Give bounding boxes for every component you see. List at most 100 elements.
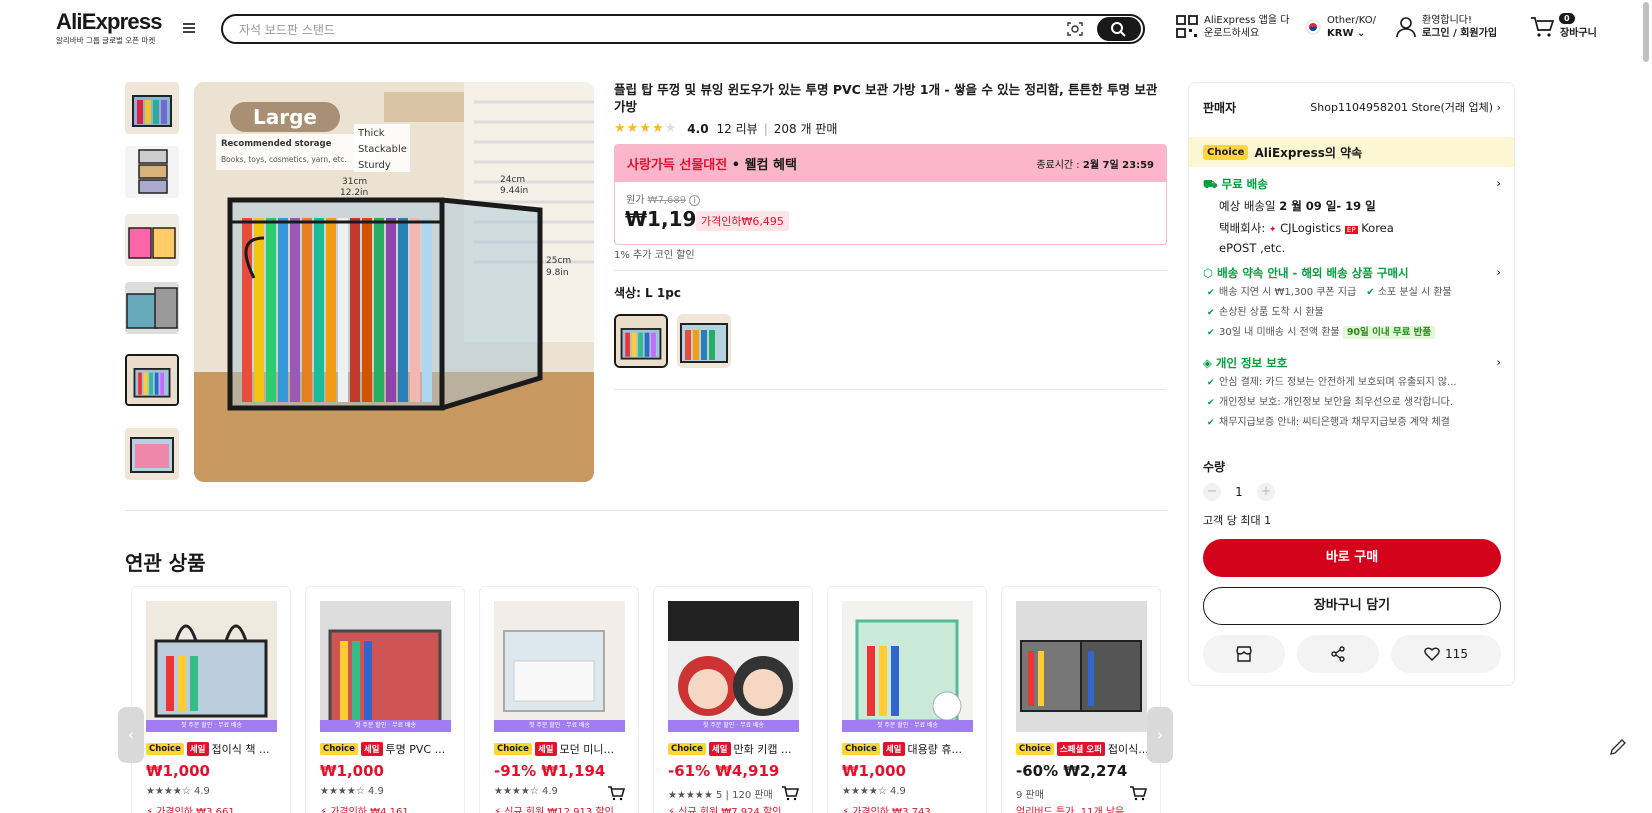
chevron-right-icon: › — [1496, 265, 1501, 279]
related-product-card[interactable]: 첫 주문 할인 · 무료 배송 Choice 세일 모던 미니... -91% ₩1… — [479, 586, 639, 813]
thumbnail-5-selected[interactable] — [125, 354, 179, 406]
cart-label: 장바구니 — [1560, 28, 1597, 39]
logo-text: AliExpress — [56, 9, 163, 34]
sku-option-1-selected[interactable] — [614, 314, 668, 368]
thumbnail-2[interactable] — [125, 146, 179, 198]
app-line-2: 운로드하세요 — [1204, 28, 1260, 39]
review-count[interactable]: 12 리뷰 — [717, 120, 758, 137]
store-button[interactable] — [1203, 635, 1285, 673]
aliexpress-logo[interactable]: AliExpress 알리바바 그룹 글로벌 오픈 마켓 — [56, 9, 163, 46]
quantity-decrease-button[interactable]: − — [1203, 483, 1221, 501]
chevron-right-icon: › — [1496, 176, 1501, 190]
logo-subtitle: 알리바바 그룹 글로벌 오픈 마켓 — [56, 36, 156, 45]
thumbnail-1[interactable] — [125, 82, 179, 134]
app-line-1: AliExpress 앱을 다 — [1204, 15, 1290, 26]
user-icon — [1396, 17, 1416, 38]
wishlist-button[interactable]: 115 — [1391, 635, 1501, 673]
heart-icon — [1424, 647, 1440, 661]
related-product-name: Choice 세일 대용량 휴... — [842, 741, 982, 757]
related-product-card[interactable]: Choice 스페셜 오퍼 접이식... -60% ₩2,274 9 판매 얼리버드… — [1001, 586, 1161, 813]
purchase-panel: 판매자 Shop1104958201 Store(거래 업체) › Choice… — [1188, 82, 1515, 686]
privacy-item: 개인정보 보호: 개인정보 보안을 최우선으로 생각합니다. — [1203, 393, 1501, 413]
image-search-icon[interactable] — [1067, 21, 1083, 37]
cart-count-badge: 0 — [1559, 13, 1575, 24]
image-dim-width-cm: 31cm — [342, 177, 367, 187]
image-storage-items: Books, toys, cosmetics, yarn, etc. — [221, 155, 347, 164]
carousel-prev-button[interactable]: ‹ — [118, 707, 144, 763]
related-product-price: ₩1,000 — [842, 762, 906, 780]
divider — [125, 510, 1167, 511]
chevron-right-icon: › — [1496, 101, 1501, 114]
main-product-image[interactable]: Large Recommended storage Books, toys, c… — [194, 82, 594, 482]
thumbnail-4[interactable] — [125, 282, 179, 334]
seller-row[interactable]: 판매자 Shop1104958201 Store(거래 업체) › — [1203, 99, 1501, 116]
color-label: 색상: L 1pc — [614, 286, 681, 300]
sku-option-2[interactable] — [677, 314, 731, 368]
carousel-next-button[interactable]: › — [1147, 707, 1173, 763]
image-feature-1: Thick — [357, 128, 385, 139]
korea-flag-icon — [1305, 19, 1321, 35]
quantity-limit: 고객 당 최대 1 — [1203, 514, 1272, 527]
related-product-image: 첫 주문 할인 · 무료 배송 — [842, 601, 973, 732]
scrollbar-thumb[interactable] — [1643, 2, 1649, 62]
promo-strip: 첫 주문 할인 · 무료 배송 — [668, 720, 799, 732]
quantity-value[interactable]: 1 — [1221, 485, 1257, 499]
add-to-cart-icon[interactable] — [1122, 777, 1154, 809]
related-product-name: Choice 세일 모던 미니... — [494, 741, 634, 757]
star-empty-icon: ★ — [664, 121, 677, 136]
currency-label: KRW ⌄ — [1327, 28, 1366, 39]
related-product-promo: ⚡ 가격인하 ₩3,743 — [842, 807, 931, 813]
discount-tag: 가격인하₩6,495 — [696, 211, 789, 231]
locale-selector[interactable]: Other/KO/KRW ⌄ — [1305, 14, 1376, 40]
related-product-rating: ★★★★☆ 4.9 — [320, 786, 384, 797]
share-button[interactable] — [1297, 635, 1379, 673]
quantity-increase-button[interactable]: + — [1257, 483, 1275, 501]
related-product-card[interactable]: 첫 주문 할인 · 무료 배송 Choice 세일 대용량 휴... ₩1,000 … — [827, 586, 987, 813]
related-product-card[interactable]: 첫 주문 할인 · 무료 배송 Choice 세일 접이식 책 ... ₩1,000… — [131, 586, 291, 813]
thumbnail-3[interactable] — [125, 214, 179, 266]
quantity-label: 수량 — [1203, 460, 1226, 474]
chevron-right-icon: › — [1496, 355, 1501, 369]
lock-shield-icon: ◈ — [1203, 356, 1212, 370]
buy-now-button[interactable]: 바로 구매 — [1203, 539, 1501, 577]
related-product-rating: ★★★★☆ 4.9 — [146, 786, 210, 797]
star-icon: ★ — [651, 121, 664, 136]
account-menu[interactable]: 환영합니다! 로그인 / 회원가입 — [1396, 14, 1497, 40]
rating-value: 4.0 — [687, 121, 709, 136]
star-icon: ★ — [626, 121, 639, 136]
info-icon: i — [689, 195, 701, 206]
related-product-image: 첫 주문 할인 · 무료 배송 — [668, 601, 799, 732]
privacy-section[interactable]: ◈ 개인 정보 보호› 안심 결제: 카드 정보는 안전하게 보호되며 유출되지… — [1203, 355, 1501, 433]
related-product-card[interactable]: 첫 주문 할인 · 무료 배송 Choice 세일 만화 키캡 ... -61% ₩… — [653, 586, 813, 813]
shipping-section[interactable]: ⛟ 무료 배송 › 예상 배송일 2 월 09 일- 19 일 택배회사: ✦ C… — [1203, 176, 1501, 257]
app-download[interactable]: AliExpress 앱을 다운로드하세요 — [1176, 14, 1289, 40]
promo-title: 사랑가득 선물대전 • 웰컴 혜택 — [627, 158, 797, 173]
promo-end-time: 종료시간 : 2월 7일 23:59 — [1036, 160, 1154, 171]
guarantee-item: 배송 지연 시 ₩1,300 쿠폰 지급✔ 소포 분실 시 환불 — [1203, 283, 1501, 303]
image-feature-3: Sturdy — [358, 160, 391, 171]
related-product-rating: ★★★★☆ 4.9 — [842, 786, 906, 797]
promo-banner: 사랑가득 선물대전 • 웰컴 혜택 종료시간 : 2월 7일 23:59 — [615, 145, 1166, 182]
image-dim-height-in: 9.8in — [546, 268, 569, 278]
related-product-promo: ⚡ 가격인하 ₩4,161 — [320, 807, 409, 813]
wishlist-count: 115 — [1445, 647, 1468, 661]
related-product-card[interactable]: 첫 주문 할인 · 무료 배송 Choice 세일 투명 PVC ... ₩1,00… — [305, 586, 465, 813]
delivery-guarantee-section[interactable]: ⬡ 배송 약속 안내 - 해외 배송 상품 구매시› 배송 지연 시 ₩1,30… — [1203, 265, 1501, 343]
edit-pencil-icon[interactable] — [1606, 735, 1630, 759]
star-icon: ★ — [639, 121, 651, 136]
hamburger-menu-icon[interactable] — [183, 23, 195, 33]
free-shipping-title: ⛟ 무료 배송 — [1203, 177, 1268, 191]
page-scrollbar[interactable] — [1640, 0, 1652, 813]
search-button[interactable] — [1097, 17, 1141, 41]
truck-icon: ⛟ — [1203, 177, 1218, 191]
seller-name: Shop1104958201 Store(거래 업체) › — [1310, 101, 1501, 114]
add-to-cart-button[interactable]: 장바구니 담기 — [1203, 587, 1501, 625]
qr-code-icon — [1176, 15, 1198, 38]
promo-strip: 첫 주문 할인 · 무료 배송 — [146, 720, 277, 732]
thumbnail-6[interactable] — [125, 428, 179, 480]
related-product-price: -60% ₩2,274 — [1016, 762, 1128, 780]
promo-price-box: 사랑가득 선물대전 • 웰컴 혜택 종료시간 : 2월 7일 23:59 원가 … — [614, 144, 1167, 245]
related-product-price: ₩1,000 — [146, 762, 210, 780]
guarantee-item: 30일 내 미배송 시 전액 환불 90일 이내 무료 반품 — [1203, 323, 1501, 343]
search-input[interactable] — [239, 20, 1019, 40]
